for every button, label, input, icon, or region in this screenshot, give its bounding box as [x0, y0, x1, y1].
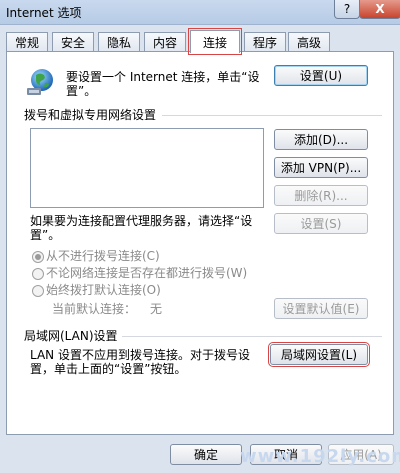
radio-always-dial-default-label: 始终拨打默认连接(O) — [46, 283, 161, 297]
add-vpn-button[interactable]: 添加 VPN(P)... — [274, 157, 368, 178]
setup-button[interactable]: 设置(U) — [274, 65, 368, 86]
lan-text-line1: LAN 设置不应用到拨号连接。对于拨号设 — [30, 348, 250, 362]
proxy-text-line1: 如果要为连接配置代理服务器，请选择“设 — [30, 214, 253, 228]
set-default-button[interactable]: 设置默认值(E) — [274, 298, 368, 319]
current-default-label: 当前默认连接： — [52, 302, 137, 316]
tab-advanced[interactable]: 高级 — [288, 32, 330, 51]
window-title: Internet 选项 — [6, 6, 82, 20]
tab-connections[interactable]: 连接 — [188, 28, 242, 55]
radio-dial-whenever[interactable] — [32, 268, 44, 280]
setup-text-line2: 置”。 — [66, 84, 97, 98]
lan-text-line2: 置，单击上面的“设置”按钮。 — [30, 362, 187, 376]
title-bar: Internet 选项 ? X — [0, 0, 400, 25]
connections-listbox[interactable] — [30, 128, 264, 208]
setup-text-line1: 要设置一个 Internet 连接，单击“设 — [66, 70, 260, 84]
dialup-separator — [162, 115, 382, 116]
tab-content[interactable]: 内容 — [144, 32, 186, 51]
watermark: www.192ly.com — [240, 446, 400, 467]
lan-settings-button[interactable]: 局域网设置(L) — [268, 342, 370, 367]
proxy-text-line2: 置”。 — [30, 228, 61, 242]
tab-general[interactable]: 常规 — [6, 32, 48, 51]
lan-heading: 局域网(LAN)设置 — [24, 329, 118, 343]
add-connection-button[interactable]: 添加(D)... — [274, 129, 368, 150]
tab-programs[interactable]: 程序 — [244, 32, 286, 51]
radio-always-dial-default[interactable] — [32, 285, 44, 297]
radio-never-dial[interactable] — [32, 251, 44, 263]
lan-separator — [122, 336, 382, 337]
help-button[interactable]: ? — [334, 0, 360, 19]
dialup-settings-button[interactable]: 设置(S) — [274, 213, 368, 234]
remove-connection-button[interactable]: 删除(R)... — [274, 185, 368, 206]
tab-security[interactable]: 安全 — [52, 32, 94, 51]
radio-never-dial-label: 从不进行拨号连接(C) — [46, 249, 160, 263]
current-default-value: 无 — [150, 302, 163, 316]
help-icon: ? — [343, 2, 351, 16]
radio-dial-whenever-label: 不论网络连接是否存在都进行拨号(W) — [46, 266, 248, 280]
ok-button[interactable]: 确定 — [170, 444, 242, 465]
globe-connection-icon — [27, 69, 53, 95]
dialup-heading: 拨号和虚拟专用网络设置 — [24, 108, 157, 122]
close-icon: X — [375, 2, 385, 16]
tab-privacy[interactable]: 隐私 — [98, 32, 140, 51]
close-button[interactable]: X — [359, 0, 400, 19]
